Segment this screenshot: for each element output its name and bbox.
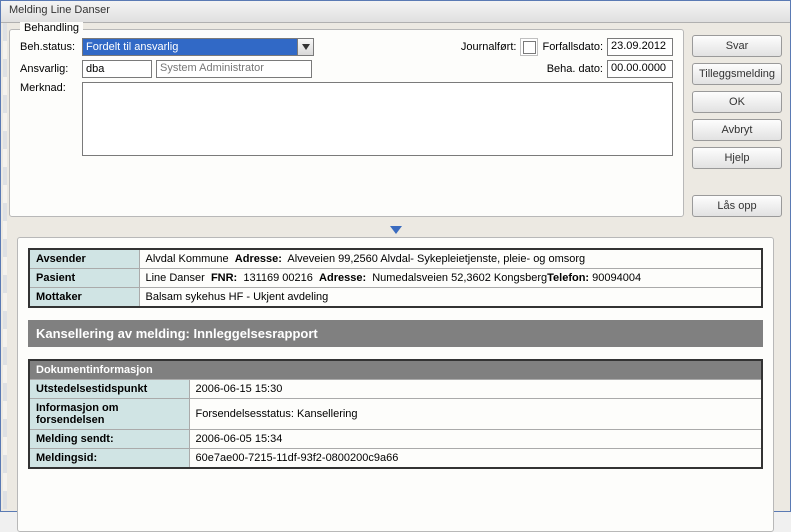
row1-right: Journalført: Forfallsdato: 23.09.2012 [461,38,673,56]
merknad-textarea[interactable] [82,82,673,156]
titlebar: Melding Line Danser [1,1,790,23]
avsender-label: Avsender [29,249,139,269]
chevron-down-icon[interactable] [297,39,313,55]
row-behstatus: Beh.status: Fordelt til ansvarlig Journa… [20,38,673,56]
section-header: Kansellering av melding: Innleggelsesrap… [28,320,763,347]
table-row: Pasient Line Danser FNR: 131169 00216 Ad… [29,269,762,288]
svar-button[interactable]: Svar [692,35,782,57]
meldingsid-label: Meldingsid: [29,449,189,469]
table-row: Meldingsid: 60e7ae00-7215-11df-93f2-0800… [29,449,762,469]
forsendelse-value: Forsendelsesstatus: Kansellering [189,399,762,430]
parties-table: Avsender Alvdal Kommune Adresse: Alvevei… [28,248,763,308]
top-content: Behandling Beh.status: Fordelt til ansva… [1,23,790,223]
ansvarlig-label: Ansvarlig: [20,63,78,75]
hjelp-button[interactable]: Hjelp [692,147,782,169]
meldingsid-value: 60e7ae00-7215-11df-93f2-0800200c9a66 [189,449,762,469]
table-row: Informasjon om forsendelsen Forsendelses… [29,399,762,430]
chevron-down-icon [390,226,402,234]
journalfort-checkbox-wrap [520,38,538,56]
row-merknad: Merknad: [20,82,673,156]
pasient-value: Line Danser FNR: 131169 00216 Adresse: N… [139,269,762,288]
details-panel: Avsender Alvdal Kommune Adresse: Alvevei… [17,237,774,532]
table-row: Avsender Alvdal Kommune Adresse: Alvevei… [29,249,762,269]
mottaker-value: Balsam sykehus HF - Ukjent avdeling [139,288,762,308]
tilleggsmelding-button[interactable]: Tilleggsmelding [692,63,782,85]
forfallsdato-field[interactable]: 23.09.2012 [607,38,673,56]
utstedelse-label: Utstedelsestidspunkt [29,380,189,399]
forsendelse-label: Informasjon om forsendelsen [29,399,189,430]
table-row: Melding sendt: 2006-06-05 15:34 [29,430,762,449]
dokumentinfo-table: Dokumentinformasjon Utstedelsestidspunkt… [28,359,763,469]
table-row: Mottaker Balsam sykehus HF - Ukjent avde… [29,288,762,308]
forfallsdato-label: Forfallsdato: [542,41,603,53]
table-row: Utstedelsestidspunkt 2006-06-15 15:30 [29,380,762,399]
utstedelse-value: 2006-06-15 15:30 [189,380,762,399]
row-ansvarlig: Ansvarlig: System Administrator Beha. da… [20,60,673,78]
avbryt-button[interactable]: Avbryt [692,119,782,141]
avsender-value: Alvdal Kommune Adresse: Alveveien 99,256… [139,249,762,269]
dokumentinfo-header: Dokumentinformasjon [29,360,762,380]
melding-window: Melding Line Danser Behandling Beh.statu… [0,0,791,512]
ok-button[interactable]: OK [692,91,782,113]
ansvarlig-name-display: System Administrator [156,60,312,78]
row2-right: Beha. dato: 00.00.0000 [547,60,673,78]
lasopp-button[interactable]: Lås opp [692,195,782,217]
window-title: Melding Line Danser [9,4,110,16]
pasient-label: Pasient [29,269,139,288]
ansvarlig-input[interactable] [82,60,152,78]
sendt-label: Melding sendt: [29,430,189,449]
merknad-label: Merknad: [20,82,78,94]
beh-status-label: Beh.status: [20,41,78,53]
left-edge-decor [3,23,7,509]
beh-status-value: Fordelt til ansvarlig [83,39,297,55]
splitter[interactable] [1,223,790,237]
behadato-field[interactable]: 00.00.0000 [607,60,673,78]
action-buttons: Svar Tilleggsmelding OK Avbryt Hjelp Lås… [692,29,782,217]
behandling-fieldset: Behandling Beh.status: Fordelt til ansva… [9,29,684,217]
behandling-legend: Behandling [20,22,83,34]
mottaker-label: Mottaker [29,288,139,308]
journalfort-checkbox[interactable] [523,41,536,54]
sendt-value: 2006-06-05 15:34 [189,430,762,449]
beh-status-dropdown[interactable]: Fordelt til ansvarlig [82,38,314,56]
behadato-label: Beha. dato: [547,63,603,75]
journalfort-label: Journalført: [461,41,517,53]
